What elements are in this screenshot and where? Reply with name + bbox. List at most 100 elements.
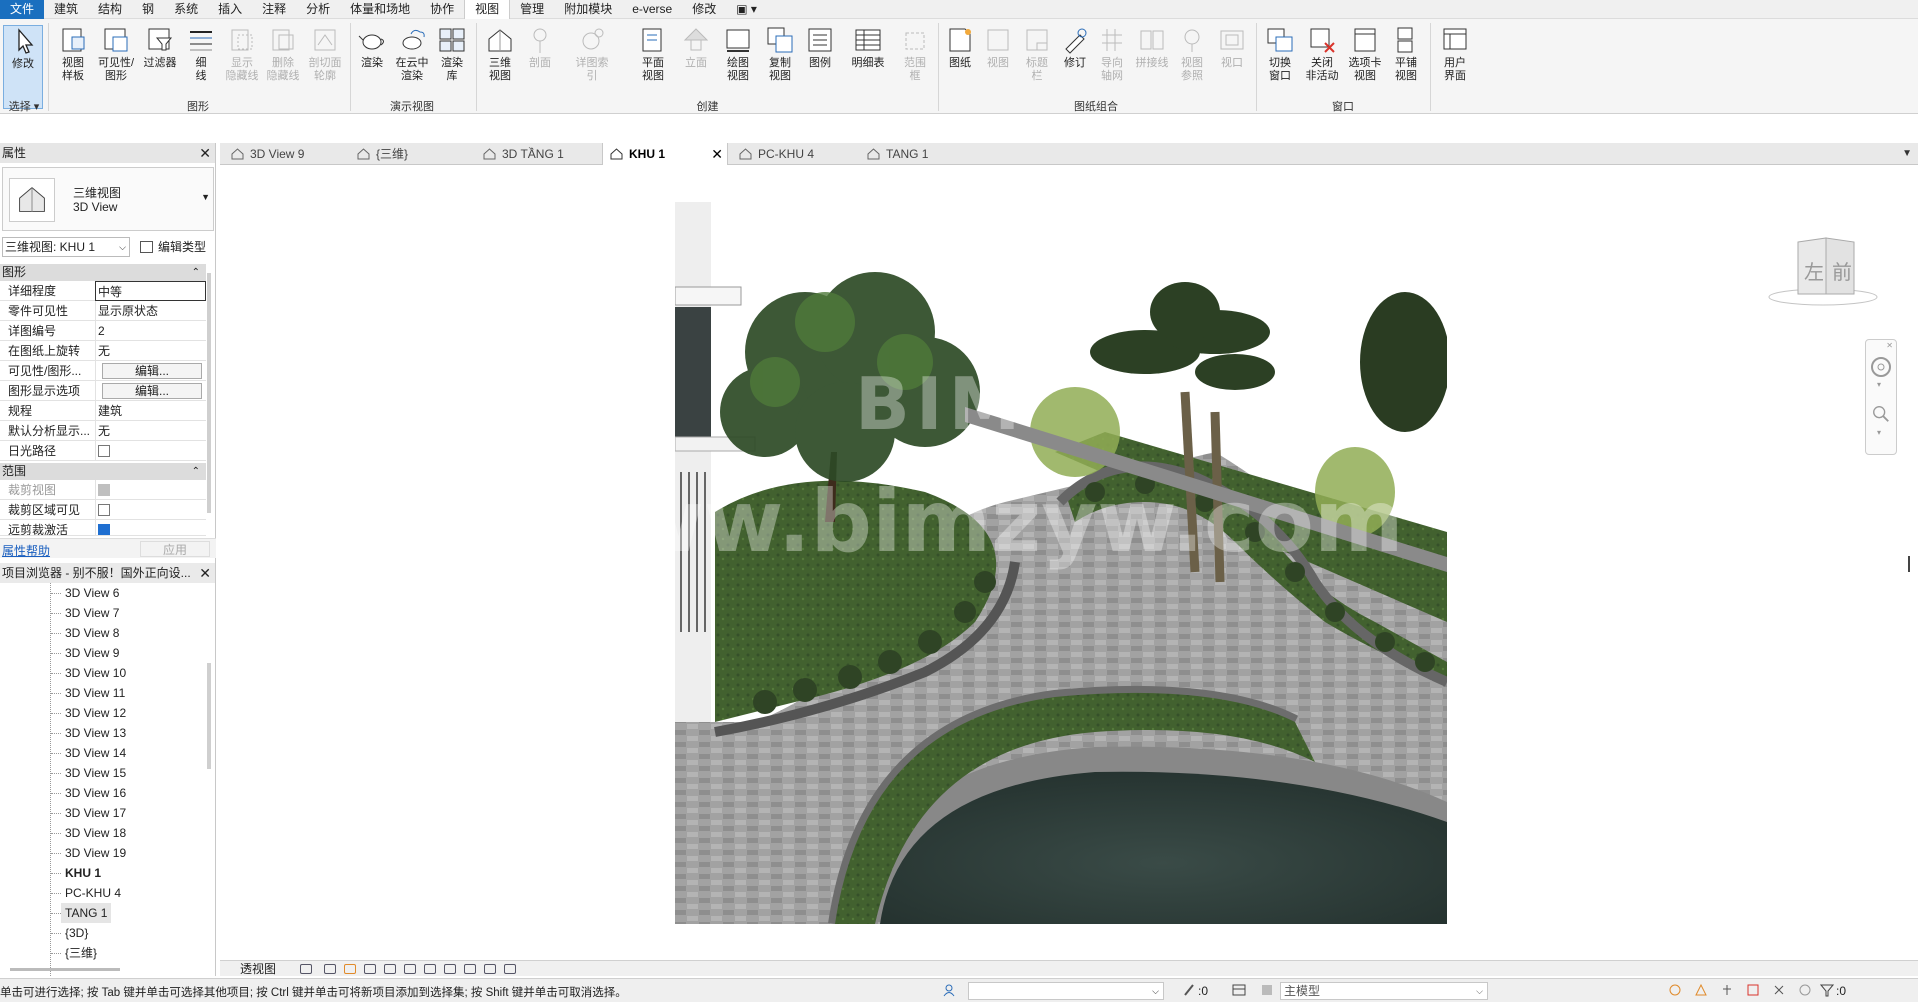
menu-annotate[interactable]: 注释 [252,0,296,19]
schedules-button[interactable]: 明细表 [848,25,888,70]
prop-value[interactable]: 2 [95,321,206,341]
browser-item[interactable]: 3D View 7 [65,603,119,623]
prop-value[interactable]: 显示原状态 [95,301,206,321]
drag-elements-icon[interactable] [1772,983,1786,997]
lock-view-icon[interactable] [444,964,456,974]
browser-item[interactable]: 3D View 14 [65,743,126,763]
prop-row-far-clip-active[interactable]: 远剪裁激活 [0,520,206,536]
elevation-button[interactable]: 立面 [676,25,716,70]
browser-item[interactable]: 3D View 9 [65,643,119,663]
far-clip-checkbox[interactable] [98,524,110,535]
menu-modify[interactable]: 修改 [682,0,726,19]
render-in-cloud-button[interactable]: 在云中 渲染 [392,25,432,83]
guide-grid-button[interactable]: 导向 轴网 [1092,25,1132,83]
prop-row-discipline[interactable]: 规程 建筑 [0,401,206,421]
properties-close-icon[interactable]: ✕ [199,143,211,163]
shadows-icon[interactable] [364,964,376,974]
edit-type-button[interactable]: 编辑类型 [136,237,206,257]
scope-box-button[interactable]: 范围框 [895,25,935,83]
prop-row-detail-level[interactable]: 详细程度 中等 [0,281,206,301]
menu-manage[interactable]: 管理 [510,0,554,19]
browser-item[interactable]: 3D View 16 [65,783,126,803]
main-model-icon[interactable] [1260,983,1274,997]
menu-structure[interactable]: 结构 [88,0,132,19]
menu-steel[interactable]: 钢 [132,0,164,19]
browser-item[interactable]: PC-KHU 4 [65,883,121,903]
menu-collaborate[interactable]: 协作 [420,0,464,19]
browser-item[interactable]: 3D View 10 [65,663,126,683]
detail-level-icon[interactable] [300,964,312,974]
select-dropdown[interactable]: 选择 ▾ [4,98,44,114]
plan-views-button[interactable]: 平面 视图 [633,25,673,83]
select-underlay-icon[interactable] [1694,983,1708,997]
sun-path-checkbox[interactable] [98,445,110,457]
viewcube-face-front[interactable]: 前 [1832,256,1852,285]
tab-views-button[interactable]: 选项卡 视图 [1345,25,1385,83]
browser-item[interactable]: 3D View 12 [65,703,126,723]
rendering-icon[interactable] [384,964,396,974]
browser-scrollbar[interactable] [207,663,211,769]
show-crop-region-icon[interactable] [424,964,436,974]
viewports-button[interactable]: 视口 [1212,25,1252,70]
apply-button[interactable]: 应用 [140,541,210,557]
prop-row-crop-region-visible[interactable]: 裁剪区域可见 [0,500,206,520]
prop-value[interactable]: 无 [95,421,206,441]
design-options-icon[interactable] [1232,983,1246,997]
properties-help-link[interactable]: 属性帮助 [2,542,50,559]
chevron-down-icon[interactable]: ▾ [1877,380,1881,389]
drawing-canvas[interactable]: BIM www.bimzyw.com 左 前 ✕ ▾ ▾ [220,166,1918,976]
view-templates-button[interactable]: 视图 样板 [53,25,93,83]
edit-button[interactable]: 编辑... [102,383,202,399]
user-interface-button[interactable]: 用户 界面 [1435,25,1475,83]
tab-3d-default[interactable]: {三维} [350,143,472,165]
legends-button[interactable]: 图例 [800,25,840,70]
prop-value[interactable]: 建筑 [95,401,206,421]
filters-button[interactable]: 过滤器 [140,25,180,70]
select-by-face-icon[interactable] [1746,983,1760,997]
place-view-button[interactable]: 视图 [978,25,1018,70]
browser-item[interactable]: 3D View 17 [65,803,126,823]
edit-button[interactable]: 编辑... [102,363,202,379]
modify-button[interactable]: 修改 [3,25,43,109]
viewcube-face-left[interactable]: 左 [1804,256,1824,285]
temporary-hide-icon[interactable] [464,964,476,974]
crop-region-visible-checkbox[interactable] [98,504,110,516]
menu-addins[interactable]: 附加模块 [554,0,622,19]
browser-item[interactable]: 3D View 11 [65,683,125,703]
filter-icon[interactable] [1820,983,1834,997]
zoom-icon[interactable] [1871,404,1891,424]
browser-item[interactable]: {三维} [65,943,97,963]
reveal-hidden-icon[interactable] [484,964,496,974]
section-extents[interactable]: 范围 ⌃ [0,463,206,480]
chevron-down-icon[interactable]: ▾ [1877,428,1881,437]
background-process-icon[interactable] [1798,983,1812,997]
3d-garden-scene[interactable]: BIM www.bimzyw.com [675,202,1447,924]
browser-item[interactable]: 3D View 19 [65,843,126,863]
vertical-scroll-indicator[interactable] [1908,556,1910,572]
visibility-graphics-button[interactable]: 可见性/图形 [96,25,136,83]
close-tab-icon[interactable]: ✕ [711,143,723,165]
tab-tang-1[interactable]: TANG 1 [860,143,982,165]
crop-view-icon[interactable] [404,964,416,974]
design-option-dropdown[interactable]: 主模型 ⌵ [1280,982,1488,1000]
prop-row-detail-number[interactable]: 详图编号 2 [0,321,206,341]
sheet-button[interactable]: 图纸 [940,25,980,70]
prop-value[interactable]: 中等 [95,281,206,301]
tile-views-button[interactable]: 平铺 视图 [1386,25,1426,83]
drafting-view-button[interactable]: 绘图 视图 [718,25,758,83]
tab-pc-khu-4[interactable]: PC-KHU 4 [732,143,858,165]
select-links-icon[interactable] [1668,983,1682,997]
browser-close-icon[interactable]: ✕ [199,563,211,583]
menu-massing-site[interactable]: 体量和场地 [340,0,420,19]
browser-item-highlighted[interactable]: TANG 1 [61,903,112,923]
menu-systems[interactable]: 系统 [164,0,208,19]
menu-file[interactable]: 文件 [0,0,45,19]
view-scale-label[interactable]: 透视图 [240,961,276,977]
visual-style-icon[interactable] [324,964,336,974]
section-graphics[interactable]: 图形 ⌃ [0,264,206,281]
browser-item-active[interactable]: KHU 1 [65,863,101,883]
callout-button[interactable]: 详图索引 [572,25,612,83]
duplicate-view-button[interactable]: 复制 视图 [760,25,800,83]
show-hidden-lines-button[interactable]: 显示 隐藏线 [222,25,262,83]
crop-view-checkbox[interactable] [98,484,110,496]
